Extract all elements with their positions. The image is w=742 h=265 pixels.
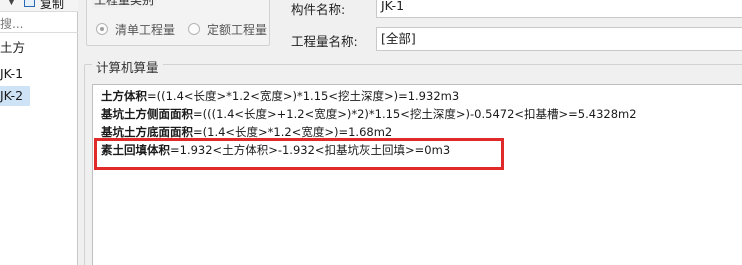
calc-line-formula: =(((1.4<长度>+1.2<宽度>)*2)*1.15<挖土深度>)-0.54… <box>193 107 637 121</box>
quantity-type-group-title: 工程量类别 <box>92 0 157 8</box>
tree-toolbar: ▼ 复制 <box>0 0 78 12</box>
tree-search-input[interactable]: 搜... <box>0 15 78 33</box>
tree-item-jk2[interactable]: JK-2 <box>0 86 30 106</box>
quantity-name-field[interactable]: [全部] <box>376 27 742 51</box>
red-highlight-annotation <box>94 138 504 170</box>
calc-line-label: 基坑土方底面面积 <box>101 125 193 139</box>
copy-icon[interactable] <box>24 0 35 7</box>
calc-line-label: 土方体积 <box>101 89 147 103</box>
app-window: ▼ 复制 搜... 土方 JK-1 JK-2 工程量类别 清单工程量 定额工程量… <box>0 0 742 265</box>
tree-item-earthwork[interactable]: 土方 <box>0 38 25 58</box>
calc-line-formula: =((1.4<长度>*1.2<宽度>)*1.15<挖土深度>)=1.932m3 <box>147 89 460 103</box>
radio-quota-quantity[interactable] <box>188 23 200 35</box>
calc-line-formula: =(1.4<长度>*1.2<宽度>)=1.68m2 <box>193 125 393 139</box>
calc-line-earth-volume: 土方体积=((1.4<长度>*1.2<宽度>)*1.15<挖土深度>)=1.93… <box>101 87 459 105</box>
quantity-name-label: 工程量名称: <box>291 34 358 49</box>
copy-button-label[interactable]: 复制 <box>40 0 64 11</box>
radio-quota-quantity-label[interactable]: 定额工程量 <box>207 21 267 38</box>
calculation-group-title: 计算机算量 <box>92 57 163 76</box>
component-tree-panel: ▼ 复制 搜... 土方 JK-1 JK-2 <box>0 0 78 265</box>
tree-item-jk1[interactable]: JK-1 <box>0 64 23 84</box>
calc-line-side-area: 基坑土方侧面面积=(((1.4<长度>+1.2<宽度>)*2)*1.15<挖土深… <box>101 105 637 123</box>
calculation-text-area[interactable]: 土方体积=((1.4<长度>*1.2<宽度>)*1.15<挖土深度>)=1.93… <box>92 84 742 265</box>
dropdown-arrow-icon[interactable]: ▼ <box>8 0 15 7</box>
calc-line-label: 基坑土方侧面面积 <box>101 107 193 121</box>
component-name-label: 构件名称: <box>291 2 346 17</box>
radio-bill-quantity-label[interactable]: 清单工程量 <box>115 21 175 38</box>
radio-bill-quantity[interactable] <box>96 23 108 35</box>
component-name-field[interactable]: JK-1 <box>376 0 742 18</box>
